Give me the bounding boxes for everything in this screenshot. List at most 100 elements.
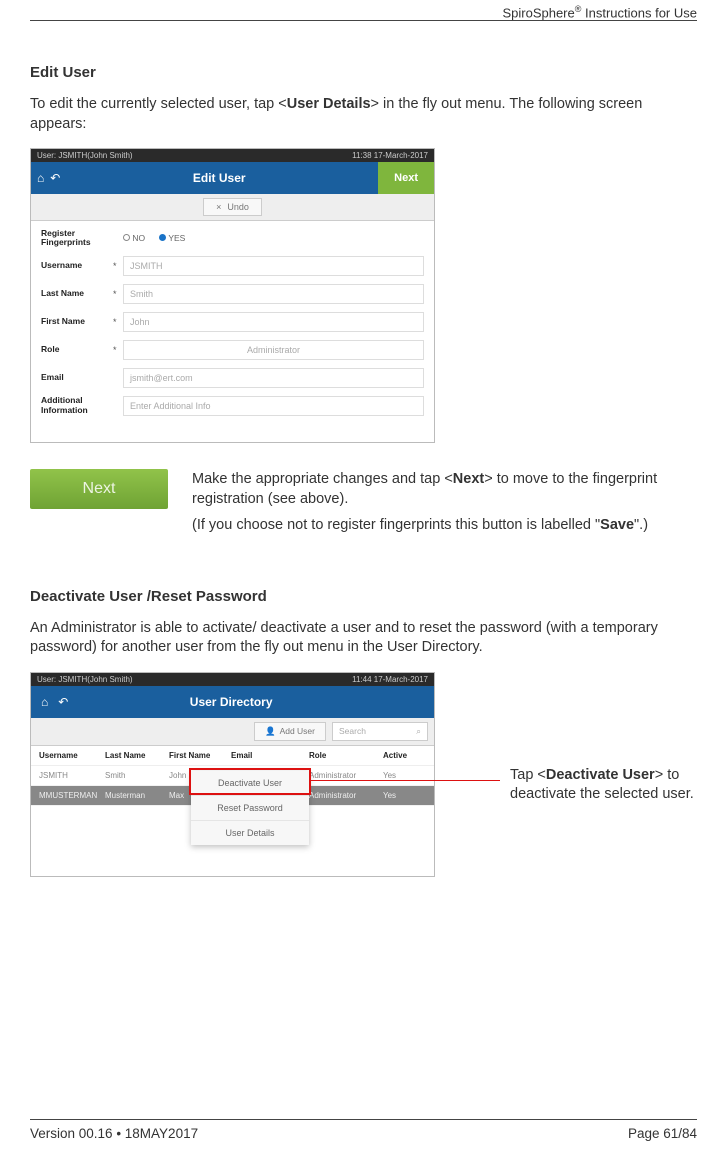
- para: (If you choose not to register fingerpri…: [192, 515, 697, 535]
- username-field[interactable]: JSMITH: [123, 256, 424, 276]
- user-directory-screenshot: User: JSMITH(John Smith) 11:44 17-March-…: [30, 672, 435, 877]
- cell: MMUSTERMAN: [39, 791, 105, 800]
- row-register-fingerprints: Register Fingerprints NO YES: [41, 229, 424, 248]
- text: Make the appropriate changes and tap <: [192, 471, 453, 487]
- para: Make the appropriate changes and tap <Ne…: [192, 469, 697, 510]
- status-user: User: JSMITH(John Smith): [37, 151, 133, 160]
- label: Role: [41, 345, 113, 354]
- title-bar: ⌂ ↶ Edit User Next: [31, 162, 434, 194]
- cell: Administrator: [309, 771, 383, 780]
- radio-label: NO: [132, 233, 145, 243]
- col-role: Role: [309, 751, 383, 760]
- row-lastname: Last Name * Smith: [41, 284, 424, 304]
- next-button[interactable]: Next: [378, 162, 434, 194]
- text-bold: Deactivate User: [546, 767, 655, 783]
- label: Additional Information: [41, 396, 113, 415]
- status-user: User: JSMITH(John Smith): [37, 675, 133, 684]
- search-input[interactable]: Search ⌕: [332, 722, 428, 741]
- menu-deactivate-user[interactable]: Deactivate User: [191, 771, 309, 796]
- col-email: Email: [231, 751, 309, 760]
- screen-title: Edit User: [60, 171, 378, 185]
- toolbar: × Undo: [31, 194, 434, 221]
- lastname-field[interactable]: Smith: [123, 284, 424, 304]
- row-additional-info: Additional Information Enter Additional …: [41, 396, 424, 416]
- text-bold: Save: [600, 517, 634, 533]
- text-bold: User Details: [287, 96, 371, 112]
- menu-user-details[interactable]: User Details: [191, 821, 309, 845]
- label: First Name: [41, 317, 113, 326]
- req: *: [113, 289, 123, 299]
- cell: Yes: [383, 791, 423, 800]
- label: Email: [41, 373, 113, 382]
- radio-no[interactable]: NO: [123, 233, 145, 243]
- deactivate-heading: Deactivate User /Reset Password: [30, 588, 697, 605]
- text: Tap <: [510, 767, 546, 783]
- status-bar: User: JSMITH(John Smith) 11:38 17-March-…: [31, 149, 434, 162]
- additional-info-field[interactable]: Enter Additional Info: [123, 396, 424, 416]
- undo-button[interactable]: × Undo: [203, 198, 262, 216]
- row-firstname: First Name * John: [41, 312, 424, 332]
- text: To edit the currently selected user, tap…: [30, 96, 287, 112]
- edit-user-form: Register Fingerprints NO YES Username * …: [31, 221, 434, 442]
- edit-user-heading: Edit User: [30, 64, 697, 81]
- doc-header-suffix: Instructions for Use: [581, 5, 697, 20]
- next-button-label: Next: [394, 172, 418, 184]
- label: Register Fingerprints: [41, 229, 113, 248]
- col-firstname: First Name: [169, 751, 231, 760]
- callout-line: [310, 780, 500, 781]
- next-instruction-row: Next Make the appropriate changes and ta…: [30, 469, 697, 542]
- home-icon[interactable]: ⌂: [37, 171, 44, 185]
- text-bold: Next: [453, 471, 484, 487]
- user-directory-figure: User: JSMITH(John Smith) 11:44 17-March-…: [30, 672, 697, 877]
- next-button-label: Next: [83, 480, 116, 498]
- status-time: 11:38 17-March-2017: [352, 151, 428, 160]
- menu-reset-password[interactable]: Reset Password: [191, 796, 309, 821]
- cell: Administrator: [309, 791, 383, 800]
- col-lastname: Last Name: [105, 751, 169, 760]
- radio-icon: [123, 234, 130, 241]
- row-username: Username * JSMITH: [41, 256, 424, 276]
- email-field[interactable]: jsmith@ert.com: [123, 368, 424, 388]
- add-user-button[interactable]: 👤 Add User: [254, 722, 326, 741]
- version-text: Version 00.16 • 18MAY2017: [30, 1126, 198, 1141]
- label: Last Name: [41, 289, 113, 298]
- status-time: 11:44 17-March-2017: [352, 675, 428, 684]
- next-button-large[interactable]: Next: [30, 469, 168, 509]
- add-user-icon: 👤: [265, 726, 276, 737]
- search-icon: ⌕: [416, 726, 421, 737]
- row-role: Role * Administrator: [41, 340, 424, 360]
- add-user-label: Add User: [280, 726, 315, 736]
- edit-user-screenshot: User: JSMITH(John Smith) 11:38 17-March-…: [30, 148, 435, 443]
- radio-label: YES: [168, 233, 185, 243]
- role-field[interactable]: Administrator: [123, 340, 424, 360]
- close-icon: ×: [216, 202, 221, 212]
- cell: Musterman: [105, 791, 169, 800]
- home-icon[interactable]: ⌂: [41, 695, 48, 709]
- page-number: Page 61/84: [628, 1126, 697, 1141]
- flyout-menu: Deactivate User Reset Password User Deta…: [191, 771, 309, 845]
- req: *: [113, 261, 123, 271]
- radio-group[interactable]: NO YES: [123, 233, 185, 243]
- col-active: Active: [383, 751, 423, 760]
- radio-yes[interactable]: YES: [159, 233, 185, 243]
- req: *: [113, 317, 123, 327]
- back-icon[interactable]: ↶: [50, 171, 60, 185]
- cell: Smith: [105, 771, 169, 780]
- table-header: Username Last Name First Name Email Role…: [31, 746, 434, 766]
- back-icon[interactable]: ↶: [58, 695, 68, 709]
- edit-user-intro: To edit the currently selected user, tap…: [30, 95, 697, 134]
- undo-label: Undo: [227, 202, 249, 212]
- cell: JSMITH: [39, 771, 105, 780]
- cell: Yes: [383, 771, 423, 780]
- col-username: Username: [39, 751, 105, 760]
- callout-text: Tap <Deactivate User> to deactivate the …: [510, 766, 727, 805]
- title-bar: ⌂ ↶ User Directory: [31, 686, 434, 718]
- page-footer: Version 00.16 • 18MAY2017 Page 61/84: [30, 1119, 697, 1141]
- row-email: Email jsmith@ert.com: [41, 368, 424, 388]
- doc-header: SpiroSphere® Instructions for Use: [502, 4, 697, 20]
- toolbar: 👤 Add User Search ⌕: [31, 718, 434, 746]
- label: Username: [41, 261, 113, 270]
- text: (If you choose not to register fingerpri…: [192, 517, 600, 533]
- firstname-field[interactable]: John: [123, 312, 424, 332]
- req: *: [113, 345, 123, 355]
